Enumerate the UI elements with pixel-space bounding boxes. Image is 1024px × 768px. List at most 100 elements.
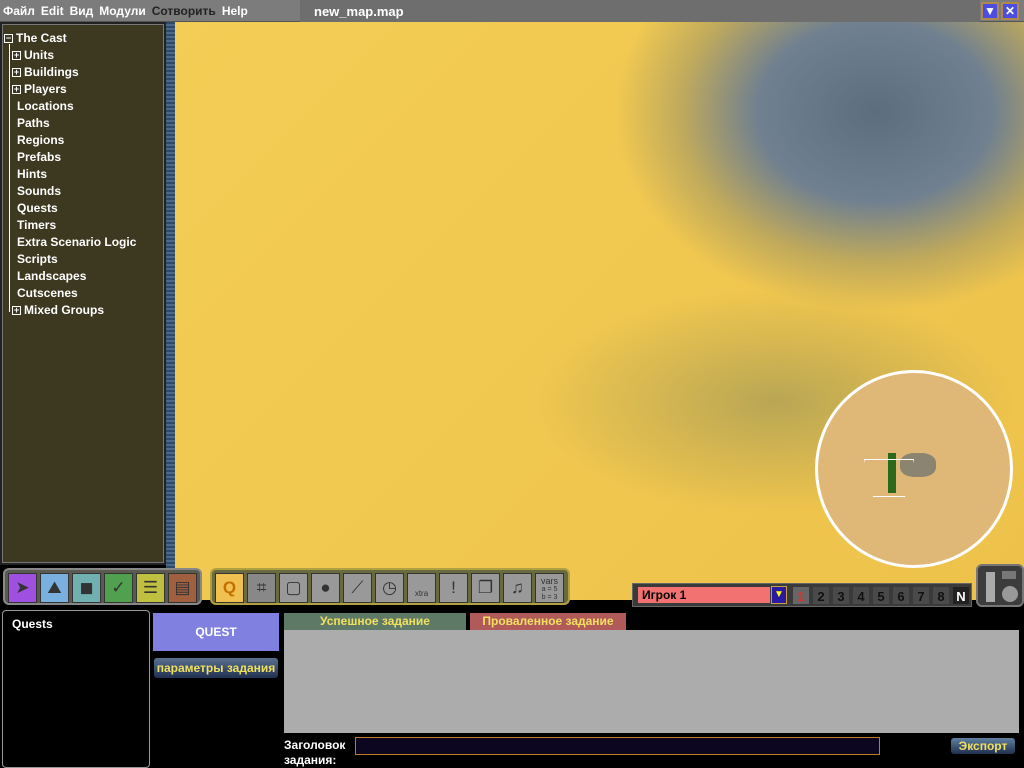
player-number-6[interactable]: 6 xyxy=(893,587,909,604)
tree-item-label: Hints xyxy=(17,167,47,181)
expand-icon[interactable]: + xyxy=(12,306,21,315)
select-arrow-icon[interactable]: ➤ xyxy=(8,573,37,603)
player-number-N[interactable]: N xyxy=(953,587,969,604)
collapse-icon[interactable]: − xyxy=(4,34,13,43)
tree-item-players[interactable]: + Players xyxy=(12,82,67,96)
tree-item-extra-scenario-logic[interactable]: Extra Scenario Logic xyxy=(17,235,136,249)
tree-item-label: Paths xyxy=(17,116,50,130)
minimap[interactable] xyxy=(815,370,1013,568)
path-icon[interactable]: ⟋ xyxy=(343,573,372,603)
quest-button[interactable]: QUEST xyxy=(153,613,279,651)
quest-icon[interactable]: Q xyxy=(215,573,244,603)
tree-item-label: Timers xyxy=(17,218,57,232)
crop-icon[interactable]: ⌗ xyxy=(247,573,276,603)
minimize-button[interactable]: ▼ xyxy=(981,2,999,20)
tree-item-mixed-groups[interactable]: + Mixed Groups xyxy=(12,303,104,317)
tree-item-label: Cutscenes xyxy=(17,286,78,300)
vars-a: a = 5 xyxy=(541,586,558,593)
export-button[interactable]: Экспорт xyxy=(951,738,1015,754)
window-title: new_map.map xyxy=(314,4,404,19)
close-button[interactable]: ✕ xyxy=(1001,2,1019,20)
menu-edit[interactable]: Edit xyxy=(41,4,64,18)
clapper-icon[interactable]: ▤ xyxy=(168,573,197,603)
tree-item-buildings[interactable]: + Buildings xyxy=(12,65,79,79)
cast-tree: − The Cast + Units + Buildings + Players Locati… xyxy=(0,22,166,565)
expand-icon[interactable]: + xyxy=(12,51,21,60)
player-number-3[interactable]: 3 xyxy=(833,587,849,604)
quest-list-title: Quests xyxy=(12,617,53,631)
tree-item-label: Regions xyxy=(17,133,65,147)
tree-item-regions[interactable]: Regions xyxy=(17,133,64,147)
tab-success[interactable]: Успешное задание xyxy=(284,613,466,630)
player-number-5[interactable]: 5 xyxy=(873,587,889,604)
quest-text-area[interactable] xyxy=(284,630,1019,733)
menu-modules[interactable]: Модули xyxy=(99,4,145,18)
tree-scrollbar[interactable] xyxy=(166,22,175,600)
quest-params-button[interactable]: параметры задания xyxy=(154,658,278,678)
tree-item-timers[interactable]: Timers xyxy=(17,218,56,232)
tree-item-label: Quests xyxy=(17,201,58,215)
tree-item-cutscenes[interactable]: Cutscenes xyxy=(17,286,78,300)
clock-icon[interactable]: ◷ xyxy=(375,573,404,603)
check-icon[interactable]: ✓ xyxy=(104,573,133,603)
tree-item-label: Sounds xyxy=(17,184,61,198)
minimap-camera-frustum xyxy=(864,459,914,497)
tree-item-label: Prefabs xyxy=(17,150,62,164)
tree-item-sounds[interactable]: Sounds xyxy=(17,184,61,198)
tree-item-label: Mixed Groups xyxy=(24,303,105,317)
object-cube-icon[interactable]: ◼ xyxy=(72,573,101,603)
tree-item-landscapes[interactable]: Landscapes xyxy=(17,269,86,283)
mode-toolbar: ➤ ⛰ ◼ ✓ ☰ ▤ xyxy=(3,568,202,605)
map-viewport[interactable] xyxy=(175,22,1024,600)
menu-create[interactable]: Сотворить xyxy=(152,4,216,18)
tree-item-prefabs[interactable]: Prefabs xyxy=(17,150,61,164)
tree-item-quests[interactable]: Quests xyxy=(17,201,58,215)
pages-icon[interactable]: ❐ xyxy=(471,573,500,603)
title-bar: new_map.map xyxy=(300,0,980,22)
player-number-2[interactable]: 2 xyxy=(813,587,829,604)
tree-item-label: Buildings xyxy=(24,65,79,79)
alert-icon[interactable]: ! xyxy=(439,573,468,603)
vars-b: b = 3 xyxy=(541,594,558,601)
player-bar: Игрок 1 ▼ 12345678N xyxy=(632,583,972,607)
player-select[interactable]: Игрок 1 xyxy=(638,587,770,603)
notes-icon[interactable]: ☰ xyxy=(136,573,165,603)
brain-icon[interactable]: xtra xyxy=(407,573,436,603)
menu-view[interactable]: Вид xyxy=(70,4,94,18)
terrain-icon[interactable]: ⛰ xyxy=(40,573,69,603)
tree-item-units[interactable]: + Units xyxy=(12,48,54,62)
quest-list[interactable]: Quests xyxy=(2,610,150,768)
tree-item-paths[interactable]: Paths xyxy=(17,116,50,130)
tree-line xyxy=(9,44,10,312)
music-icon[interactable]: ♫ xyxy=(503,573,532,603)
vars-text: vars xyxy=(540,576,558,586)
tree-item-label: Extra Scenario Logic xyxy=(17,235,137,249)
tree-item-hints[interactable]: Hints xyxy=(17,167,47,181)
quest-title-input[interactable] xyxy=(355,737,880,755)
point-icon[interactable]: ● xyxy=(311,573,340,603)
view-toggle-button[interactable] xyxy=(1002,571,1016,579)
zoom-slider[interactable] xyxy=(986,572,995,602)
tree-item-scripts[interactable]: Scripts xyxy=(17,252,58,266)
tab-failed[interactable]: Проваленное задание xyxy=(470,613,626,630)
vars-icon[interactable]: vars a = 5b = 3 xyxy=(535,573,564,603)
tree-item-label: Landscapes xyxy=(17,269,87,283)
menu-file[interactable]: Файл xyxy=(3,4,35,18)
player-number-7[interactable]: 7 xyxy=(913,587,929,604)
expand-icon[interactable]: + xyxy=(12,85,21,94)
player-number-1[interactable]: 1 xyxy=(793,587,809,604)
label-line2: задания: xyxy=(284,753,337,767)
menu-help[interactable]: Help xyxy=(222,4,248,18)
player-number-8[interactable]: 8 xyxy=(933,587,949,604)
player-dropdown-icon[interactable]: ▼ xyxy=(771,586,787,604)
player-number-4[interactable]: 4 xyxy=(853,587,869,604)
tree-item-locations[interactable]: Locations xyxy=(17,99,74,113)
rectangle-icon[interactable]: ▢ xyxy=(279,573,308,603)
view-controls[interactable] xyxy=(976,564,1024,607)
expand-icon[interactable]: + xyxy=(12,68,21,77)
tree-item-label: Locations xyxy=(17,99,74,113)
rotate-button[interactable] xyxy=(1002,586,1018,602)
tree-root[interactable]: − The Cast xyxy=(4,31,67,45)
quest-title-label: Заголовок задания: xyxy=(284,738,345,768)
tree-item-label: Players xyxy=(24,82,67,96)
